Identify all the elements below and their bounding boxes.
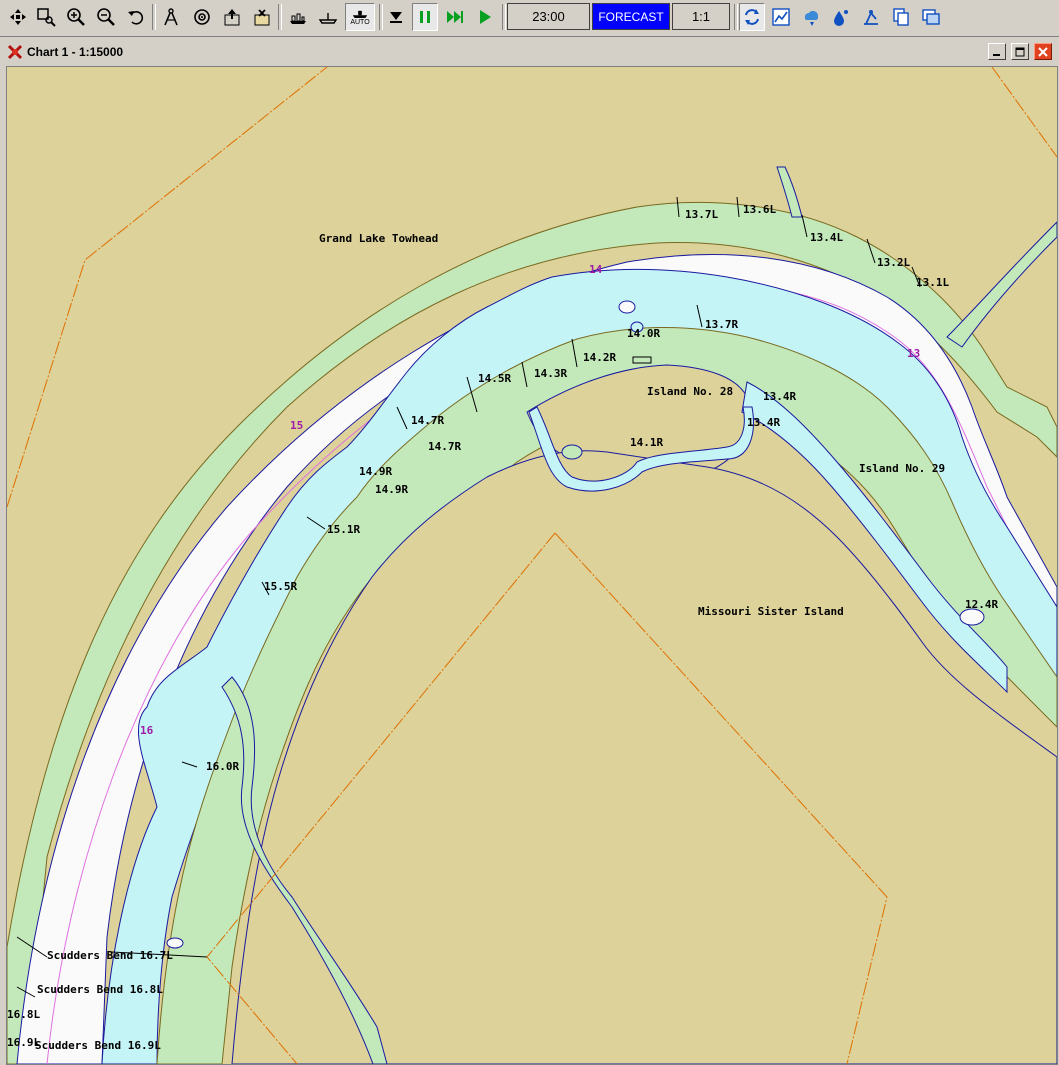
bank-mark-14-9R-b: 14.9R [375, 483, 408, 496]
bank-mark-13-2L: 13.2L [877, 256, 910, 269]
bank-mark-14-5R: 14.5R [478, 372, 511, 385]
label-island-29: Island No. 29 [859, 462, 945, 475]
export-chart-icon[interactable] [219, 3, 245, 31]
bank-mark-14-3R: 14.3R [534, 367, 567, 380]
mile-marker-15: 15 [290, 419, 303, 432]
bank-mark-13-1L: 13.1L [916, 276, 949, 289]
fast-forward-icon[interactable] [442, 3, 468, 31]
mile-marker-14: 14 [589, 263, 603, 276]
compass-divider-icon[interactable] [158, 3, 184, 31]
sync-icon[interactable] [739, 3, 765, 31]
vessel-view-icon[interactable] [285, 3, 311, 31]
close-icon [1038, 46, 1048, 57]
label-missouri-sister-island: Missouri Sister Island [698, 605, 844, 618]
auto-label: AUTO [350, 19, 370, 26]
pan-cross-icon[interactable] [5, 3, 31, 31]
ship-icon[interactable] [315, 3, 341, 31]
bank-mark-13-7R: 13.7R [705, 318, 738, 331]
zoom-out-icon[interactable] [93, 3, 119, 31]
label-island-28: Island No. 28 [647, 385, 733, 398]
small-islet-e [166, 937, 184, 949]
label-scudders-bend-16-7L: Scudders Bend 16.7L [47, 949, 173, 962]
small-islet-d [561, 444, 583, 460]
undo-icon[interactable] [123, 3, 149, 31]
scale-display[interactable]: 1:1 [672, 3, 730, 30]
play-icon[interactable] [472, 3, 498, 31]
maximize-icon [1015, 47, 1025, 56]
weather-icon[interactable] [798, 3, 824, 31]
route-icon[interactable] [858, 3, 884, 31]
label-scudders-bend-16-8L: Scudders Bend 16.8L [37, 983, 163, 996]
window-titlebar[interactable]: Chart 1 - 1:15000 [0, 38, 1059, 66]
bank-mark-13-4R-b: 13.4R [747, 416, 780, 429]
minimize-button[interactable] [988, 43, 1006, 60]
chart-canvas[interactable]: Grand Lake Towhead Island No. 28 Island … [7, 67, 1057, 1064]
small-islet-a [618, 300, 636, 314]
bank-mark-13-7L: 13.7L [685, 208, 718, 221]
nautical-chart-view[interactable]: Grand Lake Towhead Island No. 28 Island … [6, 66, 1058, 1065]
auto-follow-toggle[interactable]: AUTO [345, 3, 375, 31]
maximize-button[interactable] [1011, 43, 1029, 60]
bank-mark-14-7R-a: 14.7R [411, 414, 444, 427]
bank-mark-14-2R: 14.2R [583, 351, 616, 364]
copy-icon[interactable] [888, 3, 914, 31]
label-scudders-bend-16-9L: Scudders Bend 16.9L [35, 1039, 161, 1052]
chart-app-icon [7, 44, 23, 60]
window-title: Chart 1 - 1:15000 [27, 45, 124, 59]
zoom-window-icon[interactable] [33, 3, 59, 31]
forecast-button[interactable]: FORECAST [592, 3, 670, 30]
bank-mark-14-1R: 14.1R [630, 436, 663, 449]
windows-icon[interactable] [918, 3, 944, 31]
bank-mark-14-0R: 14.0R [627, 327, 660, 340]
mile-marker-16: 16 [140, 724, 154, 737]
skip-to-end-icon[interactable] [383, 3, 409, 31]
bank-mark-15-1R: 15.1R [327, 523, 360, 536]
main-toolbar: AUTO 23:00 FORECAST 1:1 [0, 0, 1059, 37]
chart-window: Chart 1 - 1:15000 Grand Lake Towhead Isl… [0, 38, 1059, 1065]
close-button[interactable] [1034, 43, 1052, 60]
mile-marker-13: 13 [907, 347, 920, 360]
target-center-icon[interactable] [189, 3, 215, 31]
bank-mark-16-0R: 16.0R [206, 760, 239, 773]
bank-mark-15-5R: 15.5R [264, 580, 297, 593]
small-islet-c [959, 608, 985, 626]
zoom-in-icon[interactable] [63, 3, 89, 31]
water-level-icon[interactable] [828, 3, 854, 31]
bank-mark-13-6L: 13.6L [743, 203, 776, 216]
minimize-icon [993, 53, 1000, 56]
time-display[interactable]: 23:00 [507, 3, 590, 30]
bank-mark-13-4R-a: 13.4R [763, 390, 796, 403]
label-grand-lake-towhead: Grand Lake Towhead [319, 232, 438, 245]
graph-icon[interactable] [768, 3, 794, 31]
bank-mark-14-9R-a: 14.9R [359, 465, 392, 478]
bank-mark-16-8L: 16.8L [7, 1008, 40, 1021]
bank-mark-13-4L: 13.4L [810, 231, 843, 244]
pause-icon[interactable] [412, 3, 438, 31]
import-chart-icon[interactable] [249, 3, 275, 31]
bank-mark-12-4R: 12.4R [965, 598, 998, 611]
bank-mark-14-7R-b: 14.7R [428, 440, 461, 453]
